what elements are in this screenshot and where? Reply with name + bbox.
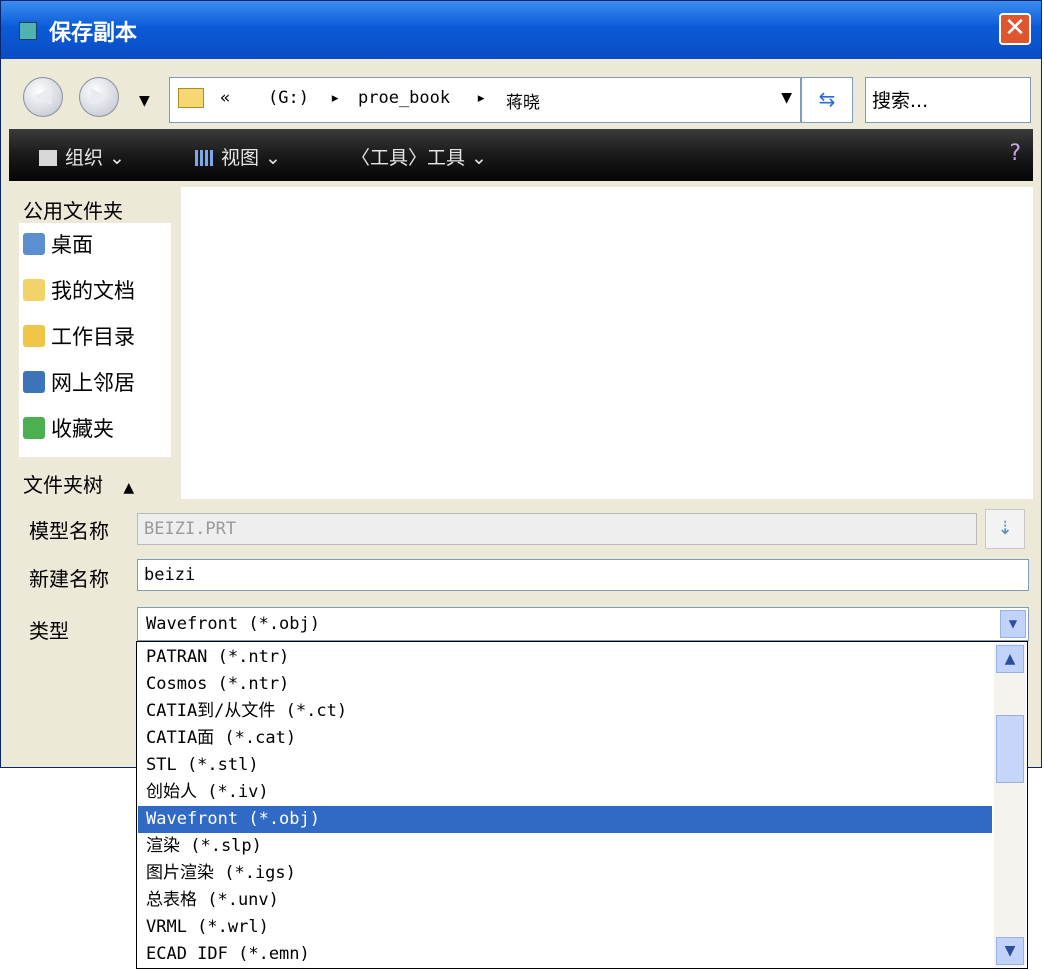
dropdown-option[interactable]: PATRAN (*.ntr) [138,644,992,671]
path-segment-folder[interactable]: proe_book [358,88,450,108]
back-button[interactable]: ◀ [23,77,63,117]
dropdown-option[interactable]: 渲染 (*.slp) [138,833,992,860]
type-label: 类型 [29,619,69,643]
dropdown-option[interactable]: CATIA面 (*.cat) [138,725,992,752]
dropdown-option[interactable]: 创始人 (*.iv) [138,779,992,806]
dropdown-option-selected[interactable]: Wavefront (*.obj) [138,806,992,833]
common-folders-panel: 公用文件夹 桌面 我的文档 工作目录 网上邻居 收藏夹 文件夹树 ▲ [19,187,171,499]
organize-menu[interactable]: 组织 ⌄ [39,143,125,170]
path-separator[interactable]: ▸ [330,88,340,108]
documents-icon [23,279,45,301]
sidebar-item-desktop[interactable]: 桌面 [23,227,93,263]
refresh-icon[interactable]: ⇆ [801,77,853,123]
history-dropdown-icon[interactable]: ▼ [139,93,150,109]
tools-menu[interactable]: 〈工具〉工具 ⌄ [351,143,487,170]
path-separator[interactable]: ▸ [476,88,486,108]
dropdown-option[interactable]: CATIA到/从文件 (*.ct) [138,698,992,725]
pick-model-button[interactable]: ⇣ [985,509,1025,549]
dropdown-option[interactable]: ECAD IDF (*.emn) [138,941,992,968]
common-folders-list: 桌面 我的文档 工作目录 网上邻居 收藏夹 [19,223,171,457]
path-dropdown-icon[interactable]: ▼ [781,90,792,106]
command-toolbar: 组织 ⌄ 视图 ⌄ 〈工具〉工具 ⌄ ? [9,129,1033,181]
chevron-down-icon[interactable]: ▼ [1000,610,1026,638]
dropdown-option[interactable]: Cosmos (*.ntr) [138,671,992,698]
sidebar-item-favorites[interactable]: 收藏夹 [23,411,114,447]
file-list-area[interactable] [181,187,1033,499]
type-select[interactable]: Wavefront (*.obj) ▼ [137,607,1029,641]
dropdown-option[interactable]: 图片渲染 (*.igs) [138,860,992,887]
path-segment-subfolder[interactable]: 蒋晓 [506,88,540,113]
path-overflow[interactable]: « [220,88,230,108]
sidebar-item-my-documents[interactable]: 我的文档 [23,273,135,309]
search-input[interactable]: 搜索... [865,77,1031,123]
collapse-icon: ▲ [123,480,135,496]
common-folders-header: 公用文件夹 [23,199,123,223]
dropdown-scrollbar[interactable]: ▲ ▼ [994,643,1026,967]
title-bar[interactable]: 保存副本 ✕ [1,1,1041,59]
scroll-up-icon[interactable]: ▲ [996,645,1024,673]
model-name-field: BEIZI.PRT [137,513,977,545]
new-name-field[interactable]: beizi [137,559,1029,591]
organize-icon [39,150,57,166]
network-icon [23,371,45,393]
folder-icon [178,88,204,108]
dropdown-option[interactable]: STL (*.stl) [138,752,992,779]
folder-tree-toggle[interactable]: 文件夹树 ▲ [23,469,134,498]
close-button[interactable]: ✕ [999,13,1031,45]
window-title: 保存副本 [49,21,138,46]
desktop-icon [23,233,45,255]
path-field[interactable]: « (G:) ▸ proe_book ▸ 蒋晓 ▼ [169,77,801,123]
view-icon [195,150,213,166]
model-name-label: 模型名称 [29,519,109,543]
scroll-thumb[interactable] [996,715,1024,783]
path-segment-drive[interactable]: (G:) [268,88,309,108]
favorites-icon [23,417,45,439]
dropdown-option[interactable]: VRML (*.wrl) [138,914,992,941]
dropdown-option[interactable]: 总表格 (*.unv) [138,887,992,914]
app-icon [19,22,37,40]
sidebar-item-working-directory[interactable]: 工作目录 [23,319,135,355]
sidebar-item-network[interactable]: 网上邻居 [23,365,135,401]
help-icon[interactable]: ? [1009,141,1021,166]
new-name-label: 新建名称 [29,567,109,591]
forward-button[interactable]: ▶ [79,77,119,117]
working-dir-icon [23,325,45,347]
view-menu[interactable]: 视图 ⌄ [195,143,281,170]
scroll-down-icon[interactable]: ▼ [996,937,1024,965]
type-dropdown-list: PATRAN (*.ntr) Cosmos (*.ntr) CATIA到/从文件… [136,641,1028,969]
